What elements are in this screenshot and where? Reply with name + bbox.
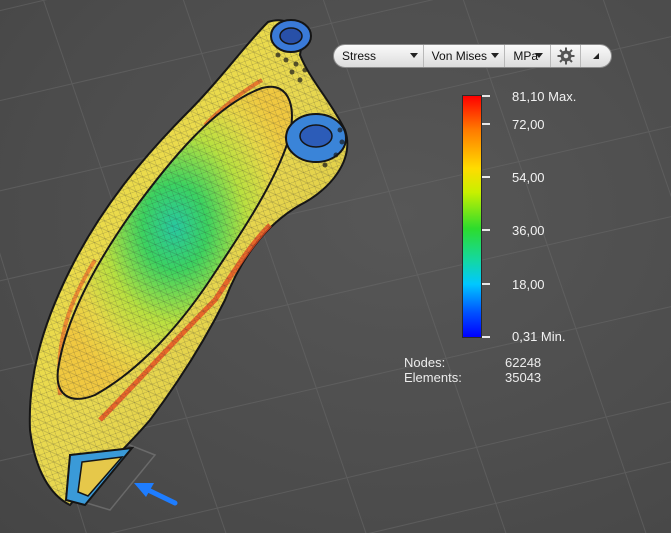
scale-tick bbox=[482, 229, 490, 231]
elements-label: Elements: bbox=[404, 370, 462, 385]
nodes-label: Nodes: bbox=[404, 355, 446, 370]
gear-icon bbox=[557, 47, 575, 65]
scale-label: 54,00 bbox=[512, 170, 545, 185]
unit-label: MPa bbox=[513, 49, 539, 63]
expand-button[interactable] bbox=[581, 45, 611, 67]
fea-stress-part[interactable] bbox=[0, 0, 671, 533]
load-arrow-icon bbox=[134, 483, 178, 506]
scale-tick bbox=[482, 95, 490, 97]
results-toolbar: Stress Von Mises MPa bbox=[333, 44, 612, 68]
unit-dropdown[interactable]: MPa bbox=[505, 45, 552, 67]
elements-value: 35043 bbox=[505, 370, 542, 385]
scale-label: 36,00 bbox=[512, 223, 545, 238]
result-type-dropdown[interactable]: Stress bbox=[334, 45, 424, 67]
scale-tick bbox=[482, 123, 490, 125]
chevron-down-icon bbox=[491, 53, 500, 58]
chevron-down-icon bbox=[535, 53, 544, 58]
scale-label-max: 81,10 Max. bbox=[512, 89, 577, 104]
nodes-value: 62248 bbox=[505, 355, 542, 370]
chevron-down-icon bbox=[409, 53, 418, 58]
scale-label: 18,00 bbox=[512, 277, 545, 292]
scale-label: 72,00 bbox=[512, 117, 545, 132]
scale-label-min: 0,31 Min. bbox=[512, 329, 566, 344]
scale-tick bbox=[482, 336, 490, 338]
expand-triangle-icon bbox=[593, 53, 600, 59]
stress-color-scale bbox=[462, 95, 482, 338]
component-label: Von Mises bbox=[431, 49, 488, 63]
model-viewport[interactable]: Stress Von Mises MPa 81,10 Max. 72,00 54… bbox=[0, 0, 671, 533]
result-type-label: Stress bbox=[342, 49, 377, 63]
scale-tick bbox=[482, 283, 490, 285]
scale-tick bbox=[482, 176, 490, 178]
settings-button[interactable] bbox=[551, 45, 582, 67]
component-dropdown[interactable]: Von Mises bbox=[424, 45, 506, 67]
